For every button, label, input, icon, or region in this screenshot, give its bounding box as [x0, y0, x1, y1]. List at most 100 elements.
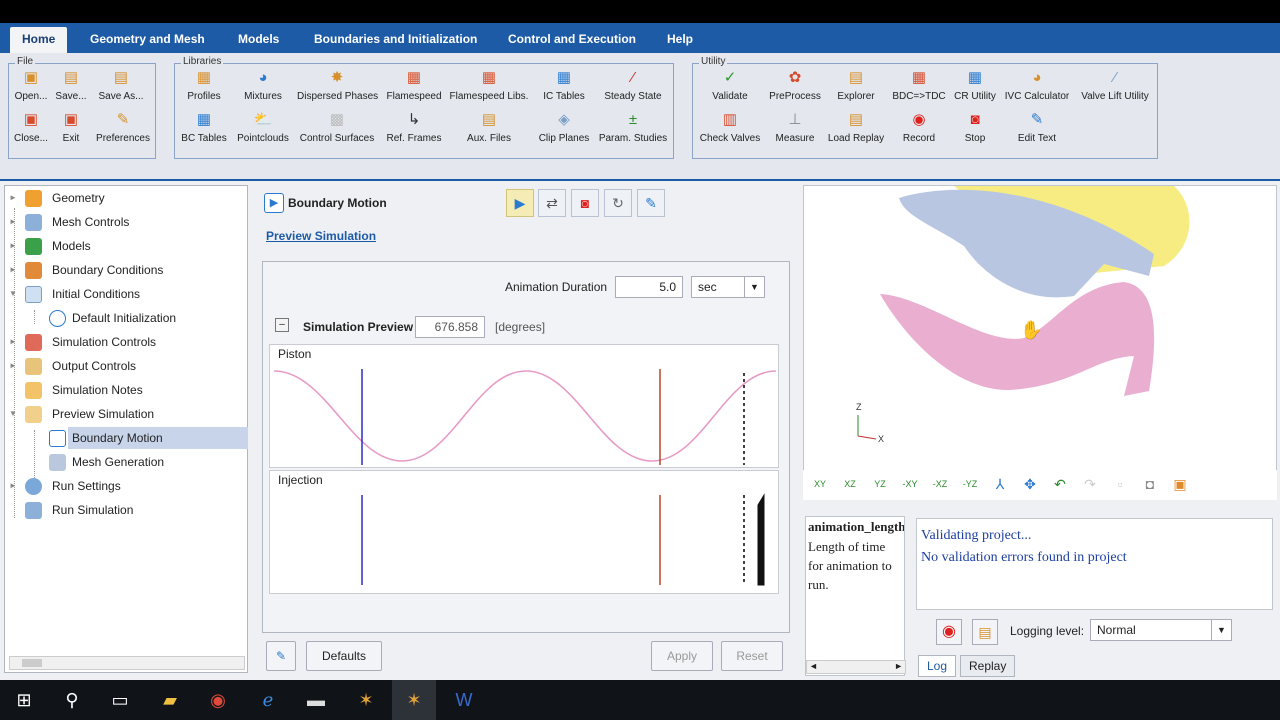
record-icon: ◉	[942, 623, 956, 640]
redo-view-icon[interactable]: ↷	[1078, 474, 1102, 494]
expand-icon[interactable]: ►	[9, 211, 17, 233]
expand-icon[interactable]: ►	[9, 475, 17, 497]
edit-notes-button[interactable]: ✎	[266, 641, 296, 671]
flamespeed-libs-icon: ▦	[481, 69, 497, 86]
expand-icon[interactable]: ►	[9, 355, 17, 377]
collapse-section-button[interactable]: –	[275, 318, 289, 332]
search-icon[interactable]: ⚲	[50, 680, 94, 720]
expand-icon[interactable]: ►	[9, 187, 17, 209]
animation-unit-select[interactable]: sec ▼	[691, 276, 765, 298]
expand-icon[interactable]: ►	[9, 259, 17, 281]
refresh-button[interactable]: ↻	[604, 189, 632, 217]
blank-icon: ▫	[1117, 476, 1123, 492]
3d-viewport[interactable]: Z X ✋	[803, 185, 1277, 495]
save-as-button[interactable]: ▤ Save As...	[81, 68, 161, 108]
mouse-icon[interactable]: ◘	[1138, 474, 1162, 494]
scroll-right-icon[interactable]: ►	[894, 661, 903, 671]
scrollbar-thumb[interactable]	[22, 659, 42, 667]
tree-item-boundary-motion[interactable]: Boundary Motion	[5, 427, 248, 449]
ic-tables-button[interactable]: ▦ IC Tables	[524, 68, 604, 108]
view-neg-yz-button[interactable]: -YZ	[958, 474, 982, 494]
save-log-button[interactable]: ▤	[972, 619, 998, 645]
preview-simulation-link[interactable]: Preview Simulation	[266, 229, 376, 243]
flamespeed-button[interactable]: ▦ Flamespeed	[374, 68, 454, 108]
terminal-icon[interactable]: ▬	[294, 680, 338, 720]
collapse-icon[interactable]: ▼	[9, 283, 17, 305]
ref-frames-button[interactable]: ↳ Ref. Frames	[374, 110, 454, 150]
control-surfaces-button[interactable]: ▩ Control Surfaces	[297, 110, 377, 150]
aux-files-button[interactable]: ▤ Aux. Files	[449, 110, 529, 150]
tab-control-and-execution[interactable]: Control and Execution	[496, 27, 648, 53]
app-icon[interactable]: ✶	[344, 680, 388, 720]
application-window: Home Geometry and Mesh Models Boundaries…	[0, 23, 1280, 680]
animation-duration-label: Animation Duration	[505, 280, 608, 294]
log-controls: ◉ ▤ Logging level: Normal ▼	[916, 613, 1273, 651]
pointclouds-button[interactable]: ⛅ Pointclouds	[223, 110, 303, 150]
save-icon: ▤	[978, 624, 992, 640]
expand-icon[interactable]: ►	[9, 331, 17, 353]
tab-models[interactable]: Models	[226, 27, 291, 53]
log-pane: Validating project... No validation erro…	[916, 518, 1273, 610]
axes-icon[interactable]: ⅄	[988, 474, 1012, 494]
pan-icon[interactable]: ✥	[1018, 474, 1042, 494]
apply-button[interactable]: Apply	[651, 641, 713, 671]
edge-icon[interactable]: ℯ	[246, 680, 290, 720]
preferences-button[interactable]: ✎ Preferences	[83, 110, 163, 150]
task-view-icon[interactable]: ▭	[98, 680, 142, 720]
tab-log[interactable]: Log	[918, 655, 957, 677]
loop-button[interactable]: ⇄	[538, 189, 566, 217]
libraries-group: Libraries ▦ Profiles ◕ Mixtures ✸ Dispersed…	[174, 56, 674, 159]
stop-animation-button[interactable]: ◙	[571, 189, 599, 217]
tab-replay[interactable]: Replay	[960, 655, 1016, 677]
flamespeed-libs-button[interactable]: ▦ Flamespeed Libs.	[449, 68, 529, 108]
steady-state-button[interactable]: ⁄ Steady State	[593, 68, 673, 108]
expand-icon[interactable]: ►	[9, 235, 17, 257]
tree-horizontal-scrollbar[interactable]	[9, 656, 245, 670]
tab-geometry-and-mesh[interactable]: Geometry and Mesh	[78, 27, 217, 53]
view-xy-button[interactable]: XY	[808, 474, 832, 494]
edit-text-button[interactable]: ✎ Edit Text	[997, 110, 1077, 150]
defaults-button[interactable]: Defaults	[306, 641, 382, 671]
cube-view-icon[interactable]: ▣	[1168, 474, 1192, 494]
stop-icon: ◙	[970, 111, 980, 128]
tab-home[interactable]: Home	[10, 27, 68, 53]
view-neg-xy-button[interactable]: -XY	[898, 474, 922, 494]
fs-app-icon[interactable]: ✶	[392, 680, 436, 720]
tab-boundaries-and-initialization[interactable]: Boundaries and Initialization	[302, 27, 489, 53]
mixtures-button[interactable]: ◕ Mixtures	[223, 68, 303, 108]
file-explorer-icon[interactable]: ▰	[148, 680, 192, 720]
simulation-preview-value: 676.858	[415, 316, 485, 338]
clip-planes-button[interactable]: ◈ Clip Planes	[524, 110, 604, 150]
edit-button[interactable]: ✎	[637, 189, 665, 217]
pie-chart-icon: ◕	[258, 69, 268, 86]
preferences-icon: ✎	[116, 111, 130, 128]
help-horizontal-scrollbar[interactable]: ◄ ►	[806, 660, 906, 674]
valve-lift-utility-button[interactable]: ⁄ Valve Lift Utility	[1075, 68, 1155, 108]
stop-logging-button[interactable]: ◉	[936, 619, 962, 645]
play-button[interactable]: ▶	[506, 189, 534, 217]
param-studies-button[interactable]: ± Param. Studies	[593, 110, 673, 150]
ivc-calculator-button[interactable]: ◕ IVC Calculator	[997, 68, 1077, 108]
view-neg-xz-button[interactable]: -XZ	[928, 474, 952, 494]
collapse-icon[interactable]: ▼	[9, 403, 17, 425]
help-pane: animation_length Length of time for anim…	[805, 516, 905, 676]
ic-tables-icon: ▦	[556, 69, 572, 86]
dispersed-phases-button[interactable]: ✸ Dispersed Phases	[297, 68, 378, 108]
windows-start-icon[interactable]: ⊞	[2, 680, 46, 720]
chrome-icon[interactable]: ◉	[196, 680, 240, 720]
view-xz-button[interactable]: XZ	[838, 474, 862, 494]
scroll-left-icon[interactable]: ◄	[809, 661, 818, 671]
preprocess-icon: ✿	[788, 69, 802, 86]
logging-level-select[interactable]: Normal ▼	[1090, 619, 1232, 641]
undo-view-icon[interactable]: ↶	[1048, 474, 1072, 494]
tree-guide-line	[34, 310, 35, 324]
libraries-group-title: Libraries	[181, 56, 224, 67]
word-icon[interactable]: W	[442, 680, 486, 720]
info-icon	[49, 310, 66, 327]
simulation-controls-icon	[25, 334, 42, 351]
view-yz-button[interactable]: YZ	[868, 474, 892, 494]
animation-duration-input[interactable]: 5.0	[615, 276, 683, 298]
tab-help[interactable]: Help	[655, 27, 705, 53]
reset-button[interactable]: Reset	[721, 641, 783, 671]
simulation-preview-label: Simulation Preview	[303, 320, 414, 334]
